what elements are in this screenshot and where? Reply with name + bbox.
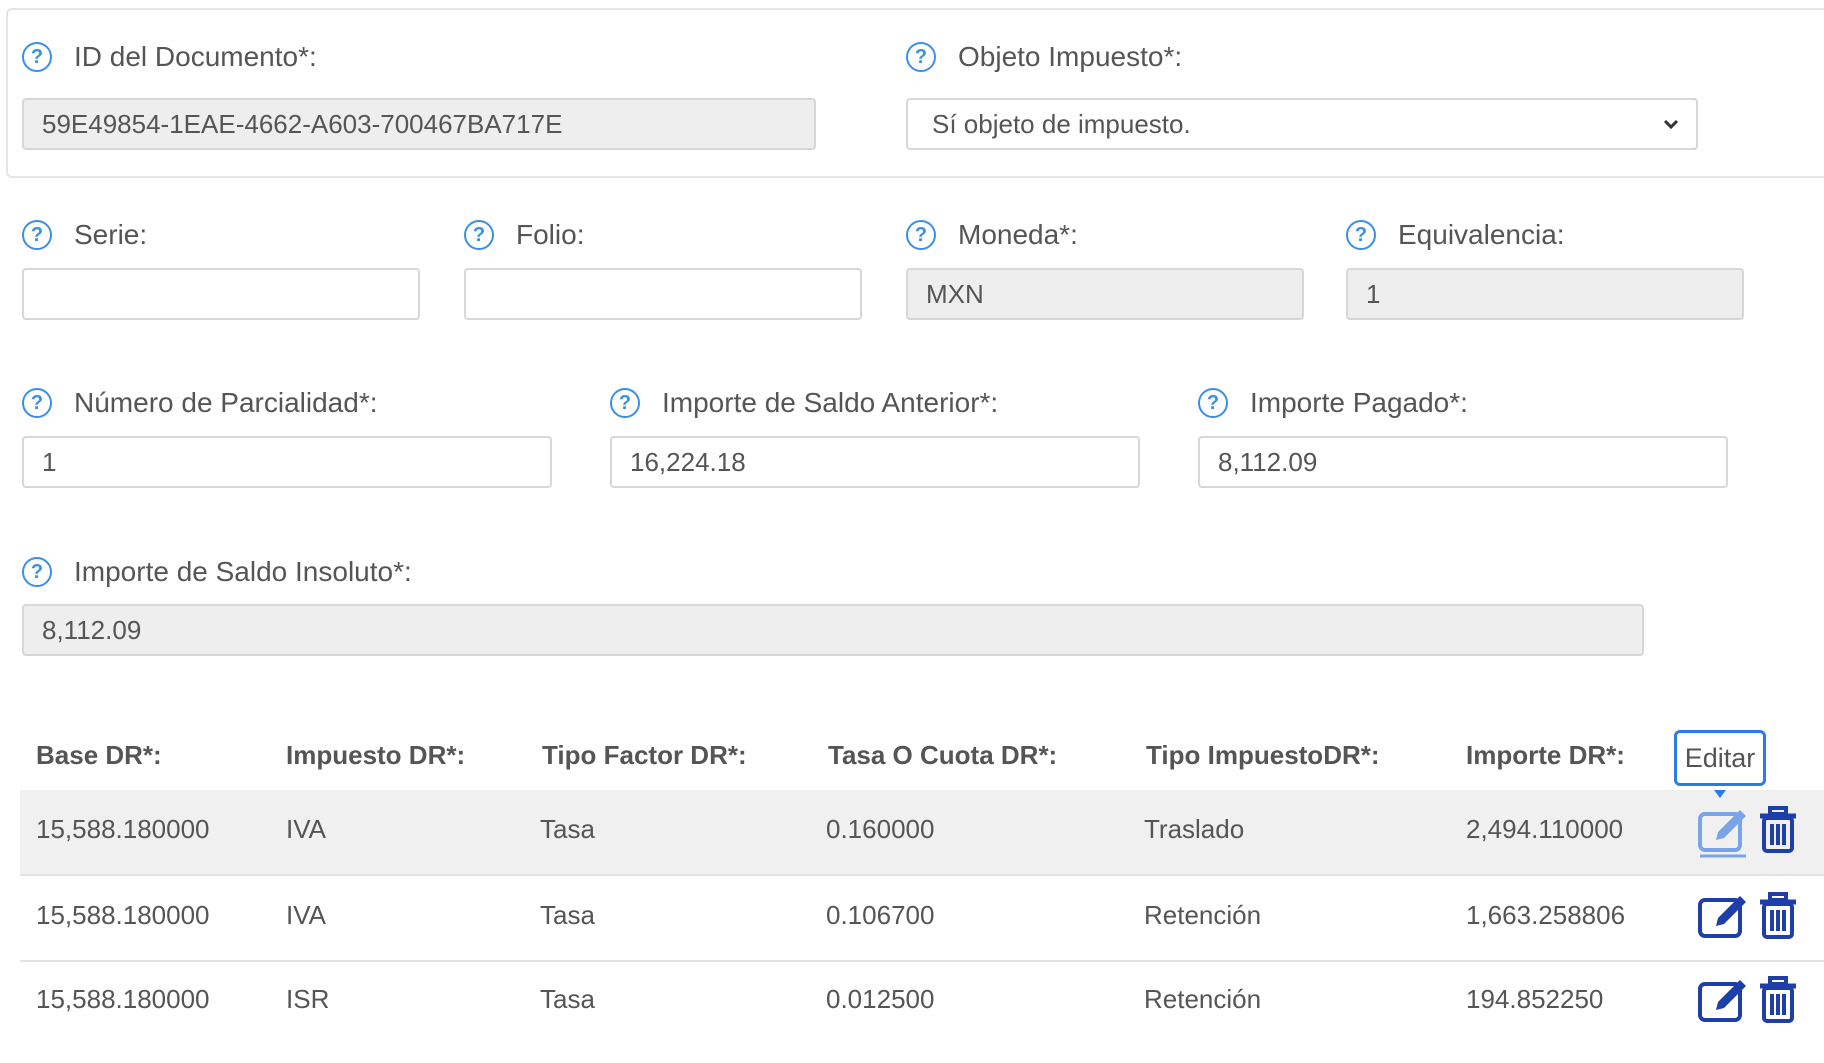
help-icon[interactable]: ? xyxy=(22,42,52,72)
help-icon[interactable]: ? xyxy=(464,220,494,250)
help-icon[interactable]: ? xyxy=(906,220,936,250)
help-icon[interactable]: ? xyxy=(22,557,52,587)
col-tipo-impuesto-dr: Tipo ImpuestoDR*: xyxy=(1146,740,1380,770)
saldo-anterior-label: ? Importe de Saldo Anterior*: xyxy=(610,383,998,423)
serie-label: ? Serie: xyxy=(22,215,147,255)
cell-impuesto: IVA xyxy=(286,900,326,930)
cell-tipo-factor: Tasa xyxy=(540,814,595,844)
tax-table-header: Base DR*: Impuesto DR*: Tipo Factor DR*:… xyxy=(20,726,1824,793)
cell-importe: 1,663.258806 xyxy=(1466,900,1626,930)
trash-icon[interactable] xyxy=(1758,976,1798,1029)
document-panel xyxy=(6,8,1824,178)
moneda-input[interactable]: MXN xyxy=(906,268,1304,320)
table-row: 15,588.180000 IVA Tasa 0.160000 Traslado… xyxy=(20,790,1824,876)
help-icon[interactable]: ? xyxy=(22,220,52,250)
equivalencia-label: ? Equivalencia: xyxy=(1346,215,1565,255)
col-tasa-cuota-dr: Tasa O Cuota DR*: xyxy=(828,740,1058,770)
id-documento-label: ? ID del Documento*: xyxy=(22,37,317,77)
folio-input[interactable] xyxy=(464,268,862,320)
table-row: 15,588.180000 ISR Tasa 0.012500 Retenció… xyxy=(20,960,1824,1044)
cell-base: 15,588.180000 xyxy=(36,984,210,1014)
cell-base: 15,588.180000 xyxy=(36,814,210,844)
cell-tipo-factor: Tasa xyxy=(540,984,595,1014)
trash-icon[interactable] xyxy=(1758,892,1798,945)
col-base-dr: Base DR*: xyxy=(36,740,162,770)
help-icon[interactable]: ? xyxy=(610,388,640,418)
serie-input[interactable] xyxy=(22,268,420,320)
importe-pagado-input[interactable]: 8,112.09 xyxy=(1198,436,1728,488)
col-tipo-factor-dr: Tipo Factor DR*: xyxy=(542,740,747,770)
edit-icon[interactable] xyxy=(1696,976,1752,1033)
num-parcialidad-input[interactable]: 1 xyxy=(22,436,552,488)
help-icon[interactable]: ? xyxy=(1346,220,1376,250)
objeto-impuesto-label: ? Objeto Impuesto*: xyxy=(906,37,1182,77)
saldo-insoluto-label: ? Importe de Saldo Insoluto*: xyxy=(22,552,412,592)
cell-tasa: 0.160000 xyxy=(826,814,935,844)
table-row: 15,588.180000 IVA Tasa 0.106700 Retenció… xyxy=(20,876,1824,962)
saldo-anterior-input[interactable]: 16,224.18 xyxy=(610,436,1140,488)
edit-tooltip: Editar xyxy=(1674,730,1766,786)
cell-tipo-impuesto: Retención xyxy=(1144,984,1262,1014)
equivalencia-input[interactable]: 1 xyxy=(1346,268,1744,320)
cell-importe: 194.852250 xyxy=(1466,984,1604,1014)
edit-icon[interactable] xyxy=(1696,806,1752,863)
help-icon[interactable]: ? xyxy=(1198,388,1228,418)
help-icon[interactable]: ? xyxy=(906,42,936,72)
help-icon[interactable]: ? xyxy=(22,388,52,418)
objeto-impuesto-select[interactable]: Sí objeto de impuesto. xyxy=(906,98,1698,150)
importe-pagado-label: ? Importe Pagado*: xyxy=(1198,383,1468,423)
tooltip-arrow xyxy=(1714,790,1726,798)
col-impuesto-dr: Impuesto DR*: xyxy=(286,740,466,770)
cell-importe: 2,494.110000 xyxy=(1466,814,1624,844)
folio-label: ? Folio: xyxy=(464,215,584,255)
cell-impuesto: ISR xyxy=(286,984,330,1014)
cell-impuesto: IVA xyxy=(286,814,326,844)
saldo-insoluto-input[interactable]: 8,112.09 xyxy=(22,604,1644,656)
num-parcialidad-label: ? Número de Parcialidad*: xyxy=(22,383,378,423)
cell-tipo-factor: Tasa xyxy=(540,900,595,930)
cell-base: 15,588.180000 xyxy=(36,900,210,930)
moneda-label: ? Moneda*: xyxy=(906,215,1078,255)
trash-icon[interactable] xyxy=(1758,806,1798,859)
cell-tipo-impuesto: Retención xyxy=(1144,900,1262,930)
cell-tasa: 0.106700 xyxy=(826,900,935,930)
chevron-down-icon xyxy=(1662,100,1680,148)
edit-icon[interactable] xyxy=(1696,892,1752,949)
cell-tipo-impuesto: Traslado xyxy=(1144,814,1245,844)
cell-tasa: 0.012500 xyxy=(826,984,935,1014)
col-importe-dr: Importe DR*: xyxy=(1466,740,1625,770)
id-documento-input[interactable]: 59E49854-1EAE-4662-A603-700467BA717E xyxy=(22,98,816,150)
